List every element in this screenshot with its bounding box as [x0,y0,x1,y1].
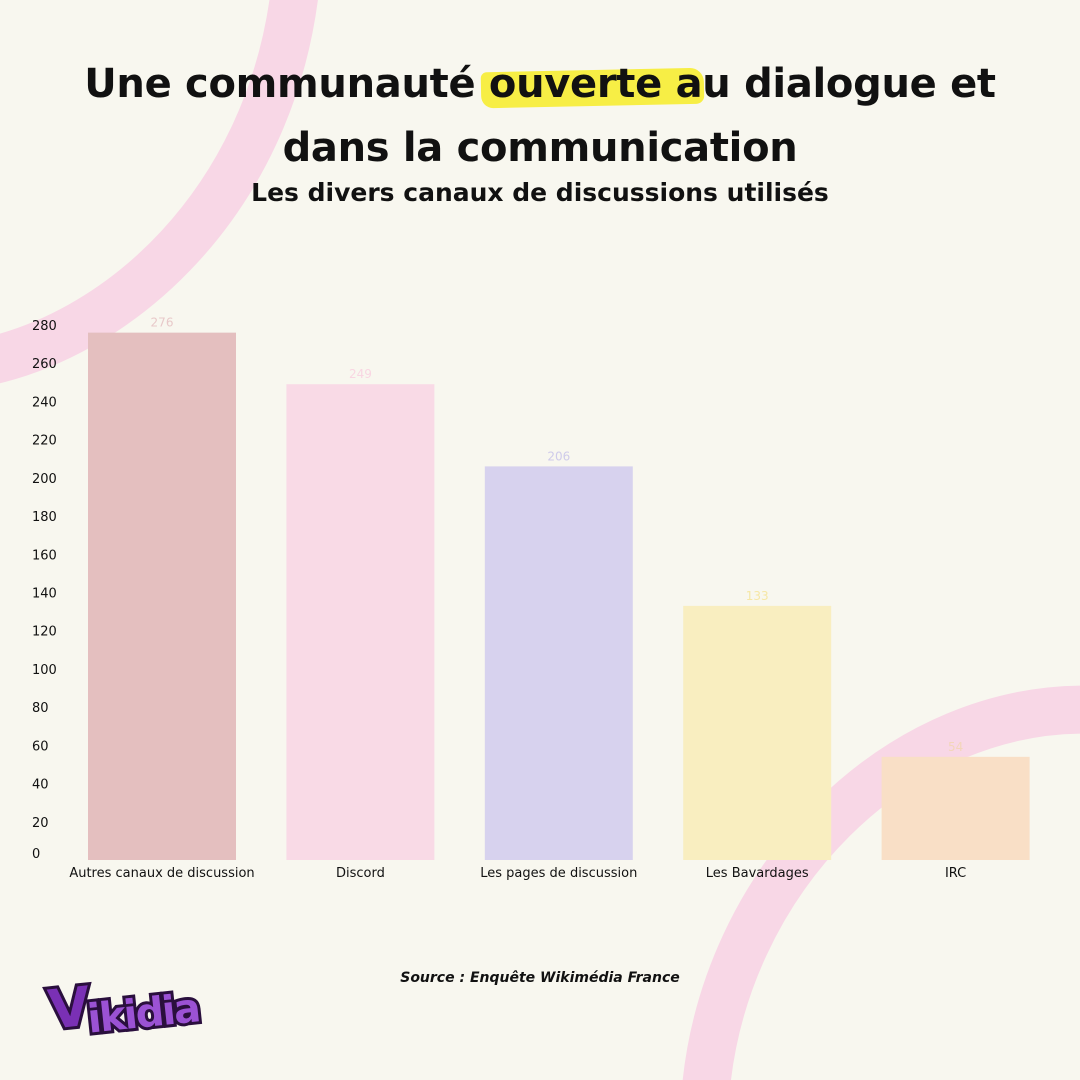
x-category-label: Autres canaux de discussion [69,866,254,881]
y-tick-label: 280 [32,319,57,334]
y-tick-label: 260 [32,357,57,372]
y-tick-label: 100 [32,663,57,678]
bars [88,332,1030,861]
y-tick-label: 80 [32,701,49,716]
x-axis: Autres canaux de discussion Discord Les pa… [69,866,966,881]
y-tick-label: 180 [32,510,57,525]
bar-value-label: 133 [746,589,769,603]
bar-value-label: 276 [151,316,174,330]
bar-value-label: 54 [948,740,963,754]
bar [881,756,1030,860]
y-tick-label: 160 [32,548,57,563]
y-tick-label: 200 [32,472,57,487]
title-line-1: Une communauté ouverte au dialogue et [0,52,1080,116]
y-tick-label: 60 [32,739,49,754]
x-category-label: Les Bavardages [706,866,809,881]
y-axis: 0 20 40 60 80 100 120 140 160 180 200 220 240 260 280 [32,319,57,862]
bar [286,384,435,860]
y-tick-label: 40 [32,778,49,793]
x-category-label: Discord [336,866,385,881]
bar [88,332,236,861]
y-tick-label: 240 [32,395,57,410]
bar [683,605,832,860]
y-tick-label: 140 [32,587,57,602]
bar-value-label: 206 [547,449,570,463]
title-part-after: u dialogue et [702,61,996,107]
source-note: Source : Enquête Wikimédia France [400,970,680,986]
title-part-before: Une communauté [84,61,489,107]
title-highlight: ouverte a [489,52,703,116]
y-tick-label: 120 [32,625,57,640]
bar-value-label: 249 [349,367,372,381]
title-line-2: dans la communication [282,125,798,171]
vikidia-logo[interactable]: V ikidia [38,950,228,1046]
y-tick-label: 220 [32,434,57,449]
page-title: Une communauté ouverte au dialogue et da… [0,52,1080,180]
y-tick-label: 20 [32,816,49,831]
x-category-label: Les pages de discussion [480,866,637,881]
x-category-label: IRC [945,866,966,881]
svg-text:ikidia: ikidia [85,985,201,1042]
y-tick-label: 0 [32,847,40,862]
bar [484,466,633,860]
